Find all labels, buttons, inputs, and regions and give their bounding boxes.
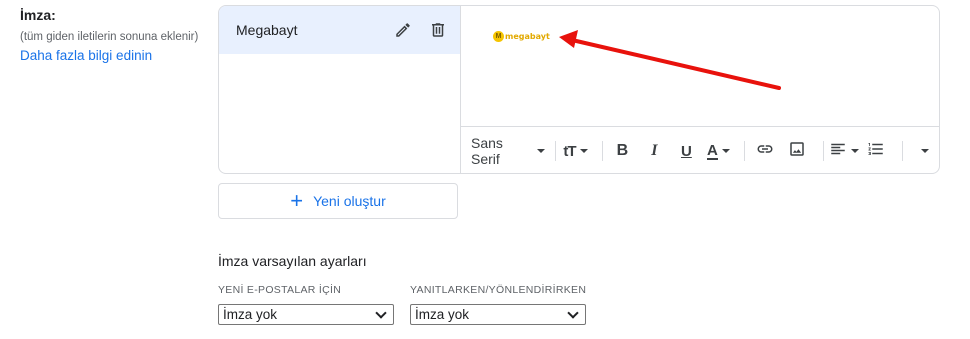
signature-list: Megabayt xyxy=(219,6,461,173)
text-color-button[interactable]: A xyxy=(704,135,732,167)
toolbar-divider xyxy=(823,141,825,161)
numbered-list-button[interactable] xyxy=(862,135,890,167)
insert-image-button[interactable] xyxy=(783,135,811,167)
italic-icon: I xyxy=(651,142,658,159)
toolbar-divider xyxy=(554,141,556,161)
reply-forward-select-value: İmza yok xyxy=(415,307,470,322)
pencil-icon[interactable] xyxy=(389,16,417,44)
create-new-signature-button[interactable]: + Yeni oluştur xyxy=(218,183,458,219)
chevron-down-icon xyxy=(851,149,860,153)
new-emails-label: YENİ E-POSTALAR İÇİN xyxy=(218,284,342,296)
signature-item-name: Megabayt xyxy=(236,22,298,38)
signature-defaults-title: İmza varsayılan ayarları xyxy=(218,253,367,269)
signature-editor-body[interactable]: M megabayt xyxy=(461,6,939,126)
logo-mark-icon: M xyxy=(493,31,504,42)
megabayt-logo: M megabayt xyxy=(493,31,550,42)
signature-editor[interactable]: M megabayt Sans Serif tT B I U A xyxy=(461,6,939,173)
formatting-toolbar: Sans Serif tT B I U A xyxy=(461,126,939,173)
text-color-icon: A xyxy=(706,141,718,160)
chevron-down-icon xyxy=(375,306,387,319)
toolbar-divider xyxy=(744,141,746,161)
numbered-list-icon xyxy=(867,140,885,163)
chevron-down-icon xyxy=(579,149,588,153)
chevron-down-icon xyxy=(567,306,579,319)
align-icon xyxy=(829,140,847,163)
chevron-down-icon xyxy=(721,149,730,153)
bold-button[interactable]: B xyxy=(608,135,636,167)
link-icon xyxy=(756,140,774,163)
signature-title: İmza: xyxy=(20,7,56,23)
reply-forward-label: YANITLARKEN/YÖNLENDİRİRKEN xyxy=(410,284,587,296)
signature-editor-box: Megabayt M megabayt Sans Serif tT B I U … xyxy=(218,5,940,174)
new-emails-select[interactable]: İmza yok xyxy=(218,304,394,325)
text-size-icon: tT xyxy=(563,142,576,160)
insert-link-button[interactable] xyxy=(751,135,779,167)
signature-item-megabayt[interactable]: Megabayt xyxy=(219,6,460,54)
chevron-down-icon xyxy=(536,149,545,153)
align-button[interactable] xyxy=(829,135,860,167)
underline-button[interactable]: U xyxy=(672,135,700,167)
signature-subtitle: (tüm giden iletilerin sonuna eklenir) xyxy=(20,31,199,43)
plus-icon: + xyxy=(290,188,304,213)
more-options-icon xyxy=(921,149,930,153)
toolbar-divider xyxy=(902,141,904,161)
toolbar-divider xyxy=(601,141,603,161)
create-new-label: Yeni oluştur xyxy=(313,193,386,209)
bold-icon: B xyxy=(616,142,629,159)
more-options-button[interactable] xyxy=(909,135,937,167)
font-family-select[interactable]: Sans Serif xyxy=(471,135,545,167)
underline-icon: U xyxy=(680,142,692,160)
italic-button[interactable]: I xyxy=(640,135,668,167)
signature-section-header: İmza: (tüm giden iletilerin sonuna eklen… xyxy=(20,6,215,65)
font-family-label: Sans Serif xyxy=(471,135,503,167)
new-emails-select-value: İmza yok xyxy=(223,307,278,322)
text-size-button[interactable]: tT xyxy=(562,135,590,167)
learn-more-link[interactable]: Daha fazla bilgi edinin xyxy=(20,47,152,65)
image-icon xyxy=(788,140,806,163)
trash-icon[interactable] xyxy=(424,16,452,44)
reply-forward-select[interactable]: İmza yok xyxy=(410,304,586,325)
logo-text: megabayt xyxy=(505,32,550,41)
